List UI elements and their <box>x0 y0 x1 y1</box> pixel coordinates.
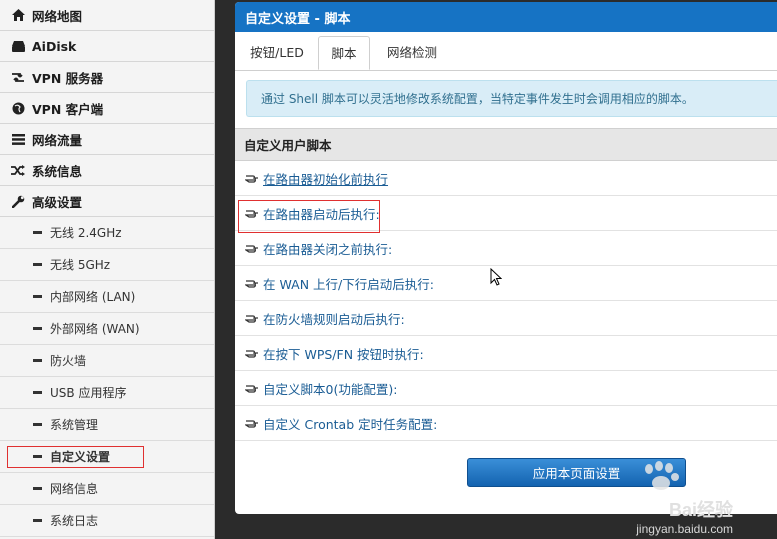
sidebar-sub-item-custom[interactable]: 自定义设置 <box>0 441 214 473</box>
hand-right-icon <box>245 242 259 254</box>
panel-title: 自定义设置 - 脚本 <box>235 2 777 32</box>
tab-bar: 按钮/LED 脚本 网络检测 <box>235 32 777 71</box>
sidebar-sub-item-label: 系统日志 <box>50 514 99 528</box>
retweet-icon <box>10 70 26 84</box>
sidebar-item-system-info[interactable]: 系统信息 <box>0 155 214 186</box>
hand-right-icon <box>245 382 259 394</box>
sidebar-item-label: VPN 服务器 <box>32 70 104 86</box>
sidebar-sub-item-syslog[interactable]: 系统日志 <box>0 505 214 537</box>
sidebar-item-vpn-client[interactable]: VPN 客户端 <box>0 93 214 124</box>
hdd-icon <box>10 39 26 53</box>
section-title: 自定义用户脚本 <box>235 128 777 161</box>
script-row-label[interactable]: 在路由器关闭之前执行: <box>263 239 392 258</box>
script-row-label[interactable]: 自定义脚本0(功能配置): <box>263 379 397 398</box>
sidebar-item-traffic[interactable]: 网络流量 <box>0 124 214 155</box>
sidebar-sub-item-netinfo[interactable]: 网络信息 <box>0 473 214 505</box>
script-row-label[interactable]: 在 WAN 上行/下行启动后执行: <box>263 274 434 293</box>
script-row-pre-shutdown[interactable]: 在路由器关闭之前执行: <box>235 231 777 266</box>
highlight-box <box>7 446 144 468</box>
sidebar-sub-item-lan[interactable]: 内部网络 (LAN) <box>0 281 214 313</box>
sidebar-sub-item-wan[interactable]: 外部网络 (WAN) <box>0 313 214 345</box>
script-row-label[interactable]: 在路由器初始化前执行 <box>263 169 388 188</box>
sidebar-sub-item-label: USB 应用程序 <box>50 386 127 400</box>
dash-icon <box>33 295 42 298</box>
globe-icon <box>10 101 26 115</box>
sidebar-item-vpn-server[interactable]: VPN 服务器 <box>0 62 214 93</box>
sidebar-sub-item-label: 无线 2.4GHz <box>50 226 122 240</box>
highlight-box <box>238 200 380 233</box>
dash-icon <box>33 263 42 266</box>
tab-button-led[interactable]: 按钮/LED <box>248 36 306 69</box>
sidebar-sub-item-label: 无线 5GHz <box>50 258 111 272</box>
random-icon <box>10 163 26 177</box>
apply-button[interactable]: 应用本页面设置 <box>467 458 686 487</box>
sidebar-sub-item-label: 外部网络 (WAN) <box>50 322 140 336</box>
watermark-brand: Bai经验 <box>668 500 733 520</box>
sidebar-item-advanced[interactable]: 高级设置 <box>0 186 214 217</box>
script-row-pre-init[interactable]: 在路由器初始化前执行 <box>235 161 777 196</box>
sidebar-sub-item-admin[interactable]: 系统管理 <box>0 409 214 441</box>
wrench-icon <box>10 194 26 208</box>
sidebar-sub-item-firewall[interactable]: 防火墙 <box>0 345 214 377</box>
sidebar-item-network-map[interactable]: 网络地图 <box>0 0 214 31</box>
dash-icon <box>33 391 42 394</box>
dash-icon <box>33 519 42 522</box>
script-row-wps-button[interactable]: 在按下 WPS/FN 按钮时执行: <box>235 336 777 371</box>
list-icon <box>10 132 26 146</box>
hand-right-icon <box>245 312 259 324</box>
sidebar-sub-item-wireless-24[interactable]: 无线 2.4GHz <box>0 217 214 249</box>
sidebar-sub-item-wireless-5[interactable]: 无线 5GHz <box>0 249 214 281</box>
sidebar-sub-item-label: 网络信息 <box>50 482 99 496</box>
dash-icon <box>33 487 42 490</box>
hand-right-icon <box>245 347 259 359</box>
script-row-label[interactable]: 在按下 WPS/FN 按钮时执行: <box>263 344 424 363</box>
home-icon <box>10 8 26 22</box>
sidebar-item-label: VPN 客户端 <box>32 101 104 117</box>
script-row-crontab[interactable]: 自定义 Crontab 定时任务配置: <box>235 406 777 441</box>
dash-icon <box>33 327 42 330</box>
watermark-text: Bai经验 jingyan.baidu.com <box>636 496 733 536</box>
hand-right-icon <box>245 417 259 429</box>
sidebar-item-label: 高级设置 <box>32 194 83 210</box>
mouse-cursor-icon <box>490 267 503 290</box>
sidebar-item-aidisk[interactable]: AiDisk <box>0 31 214 62</box>
script-row-firewall[interactable]: 在防火墙规则启动后执行: <box>235 301 777 336</box>
script-row-custom0[interactable]: 自定义脚本0(功能配置): <box>235 371 777 406</box>
sidebar-sub-item-label: 防火墙 <box>50 354 87 368</box>
sidebar-sub-item-label: 内部网络 (LAN) <box>50 290 136 304</box>
sidebar-item-label: 网络流量 <box>32 132 83 148</box>
script-row-wan-updown[interactable]: 在 WAN 上行/下行启动后执行: <box>235 266 777 301</box>
script-row-label[interactable]: 在防火墙规则启动后执行: <box>263 309 405 328</box>
sidebar: 网络地图 AiDisk VPN 服务器 VPN 客户端 网络流量 系统信息 高级… <box>0 0 215 539</box>
sidebar-item-label: 系统信息 <box>32 163 83 179</box>
sidebar-sub-item-usb[interactable]: USB 应用程序 <box>0 377 214 409</box>
sidebar-item-label: 网络地图 <box>32 8 83 24</box>
tab-script[interactable]: 脚本 <box>318 36 370 70</box>
tab-network-check[interactable]: 网络检测 <box>383 36 441 69</box>
settings-panel: 自定义设置 - 脚本 按钮/LED 脚本 网络检测 通过 Shell 脚本可以灵… <box>235 2 777 514</box>
dash-icon <box>33 231 42 234</box>
sidebar-sub-item-label: 系统管理 <box>50 418 99 432</box>
script-row-label[interactable]: 自定义 Crontab 定时任务配置: <box>263 414 437 433</box>
dash-icon <box>33 423 42 426</box>
hand-right-icon <box>245 277 259 289</box>
dash-icon <box>33 359 42 362</box>
hand-right-icon <box>245 172 259 184</box>
sidebar-item-label: AiDisk <box>32 38 77 54</box>
info-alert: 通过 Shell 脚本可以灵活地修改系统配置，当特定事件发生时会调用相应的脚本。 <box>246 80 777 117</box>
watermark-url: jingyan.baidu.com <box>636 522 733 536</box>
